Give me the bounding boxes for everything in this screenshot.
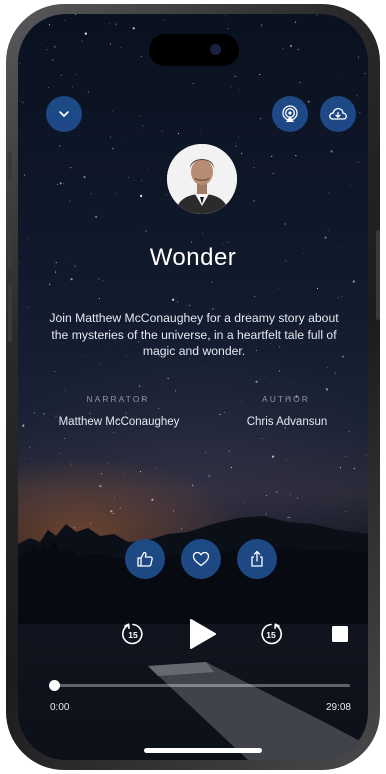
airplay-button[interactable]: [272, 96, 308, 132]
share-button[interactable]: [237, 539, 277, 579]
play-icon: [190, 619, 216, 649]
share-icon: [251, 550, 263, 567]
rewind-15-button[interactable]: 15: [118, 619, 148, 649]
player-screen: Wonder Join Matthew McConaughey for a dr…: [18, 14, 368, 760]
stop-button[interactable]: [328, 622, 352, 646]
home-indicator[interactable]: [144, 748, 262, 753]
current-time: 0:00: [50, 702, 70, 713]
volume-down-button: [8, 284, 12, 342]
volume-up-button: [8, 212, 12, 270]
forward-15-button[interactable]: 15: [256, 619, 286, 649]
author-name[interactable]: Chris Advansun: [212, 416, 362, 428]
collapse-button[interactable]: [46, 96, 82, 132]
progress-thumb[interactable]: [49, 680, 60, 691]
progress-slider[interactable]: [49, 680, 350, 691]
stop-icon: [332, 626, 348, 642]
forward-seconds: 15: [266, 630, 276, 640]
story-description: Join Matthew McConaughey for a dreamy st…: [49, 311, 339, 358]
narrator-avatar: [167, 144, 237, 214]
forward-15-icon: 15: [261, 623, 282, 645]
story-title: Wonder: [149, 244, 237, 271]
narrator-label: NARRATOR: [86, 394, 150, 404]
total-time: 29:08: [325, 702, 351, 713]
airplay-audio-icon: [282, 105, 298, 122]
favorite-button[interactable]: [181, 539, 221, 579]
action-button: [8, 152, 12, 182]
play-button[interactable]: [184, 616, 220, 652]
camera-icon: [210, 44, 221, 55]
wooden-dock: [148, 662, 358, 760]
power-button: [376, 230, 380, 320]
narrator-name[interactable]: Matthew McConaughey: [44, 416, 194, 428]
thumbs-up-icon: [137, 551, 153, 567]
download-button[interactable]: [320, 96, 356, 132]
like-button[interactable]: [125, 539, 165, 579]
heart-icon: [192, 551, 210, 567]
dynamic-island: [149, 34, 239, 66]
narrator-portrait: [167, 144, 237, 214]
author-label: AUTHOR: [262, 394, 310, 404]
chevron-down-icon: [59, 111, 69, 117]
cloud-download-icon: [329, 107, 347, 120]
rewind-seconds: 15: [128, 630, 138, 640]
rewind-15-icon: 15: [122, 623, 143, 645]
